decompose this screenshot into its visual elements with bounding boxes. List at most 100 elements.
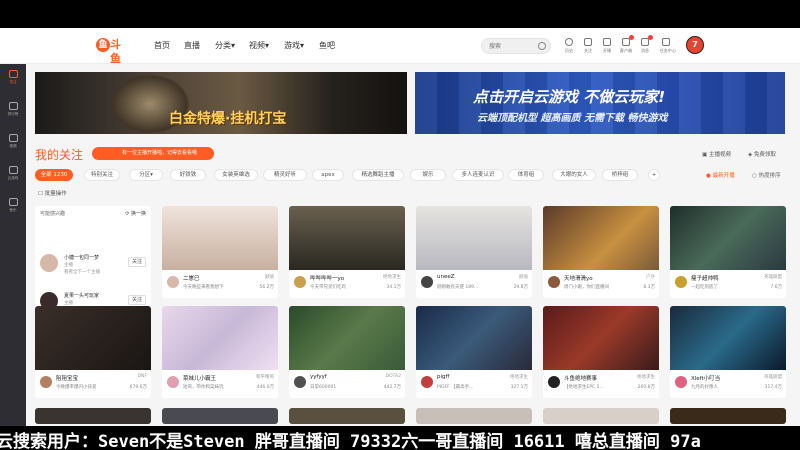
nav-category[interactable]: 分类▾ (215, 40, 235, 52)
search-icon[interactable] (538, 42, 546, 50)
stream-thumbnail[interactable] (543, 408, 659, 424)
free-claim-button[interactable]: ◈ 免费领取 (748, 150, 776, 158)
avatar[interactable] (674, 275, 688, 289)
start-live-button[interactable]: 开播 (600, 38, 614, 54)
avatar[interactable] (166, 275, 180, 289)
sort-hot[interactable]: ○ 热度排序 (752, 171, 781, 179)
stream-card[interactable]: 天地滑滑yo 户外 周门小跟，你们直播间 8.3万 (543, 206, 659, 298)
viewer-count: 679.6万 (129, 385, 147, 390)
search-input[interactable] (489, 41, 537, 51)
filter-chip[interactable]: 娱乐 (410, 169, 446, 181)
nav-games[interactable]: 游戏▾ (284, 40, 304, 52)
batch-operate-button[interactable]: ☐ 批量操作 (38, 189, 67, 197)
stream-card[interactable]: 哔哔哔哔一yo 绝地求生 今天带兄弟们吃鸡 34.1万 (289, 206, 405, 298)
stream-card[interactable]: yyfyyf DOTA2 日常600001 442.7万 (289, 306, 405, 398)
stream-thumbnail[interactable] (416, 206, 532, 270)
avatar[interactable] (420, 275, 434, 289)
avatar[interactable] (166, 375, 180, 389)
avatar[interactable] (547, 275, 561, 289)
avatar[interactable] (420, 375, 434, 389)
stream-card[interactable]: uneeZ 颜值 刚刚敢有天使 189... 29.8万 (416, 206, 532, 298)
camera-icon (603, 38, 611, 46)
nav-live[interactable]: 直播 (184, 40, 200, 52)
stream-thumbnail[interactable] (289, 408, 405, 424)
task-center-button[interactable]: 任务中心 (659, 38, 676, 54)
site-logo[interactable]: 鱼 斗鱼 (96, 38, 130, 65)
stream-card[interactable]: 二崽巳 颜值 今天晚些来看我想下 56.2万 (162, 206, 278, 298)
avatar[interactable] (547, 375, 561, 389)
stream-card[interactable] (670, 408, 786, 424)
stream-card[interactable] (416, 408, 532, 424)
stream-thumbnail[interactable] (289, 206, 405, 270)
stream-thumbnail[interactable] (670, 206, 786, 270)
sidebar-item-fun[interactable]: 鱼乐 (0, 198, 26, 213)
filter-chip[interactable]: 桥梓组 (602, 169, 638, 181)
promo-banner-left[interactable]: 白金特爆·挂机打宝 (35, 72, 407, 134)
stream-thumbnail[interactable] (162, 306, 278, 370)
stream-card[interactable]: 斗鱼绝地赛事 绝地求生 【绝地求生EPC 5... 260.8万 (543, 306, 659, 398)
recommend-item[interactable]: 小糖一包同一梦 主播 看看全下一个主播 关注 (40, 252, 148, 280)
filter-chip[interactable]: 好铁铁 (170, 169, 206, 181)
stream-thumbnail[interactable] (670, 306, 786, 370)
viewer-count: 260.8万 (637, 385, 655, 390)
chevron-down-icon: ▾ (231, 41, 236, 50)
filter-chip[interactable]: 精选舞蹈主播 (352, 169, 404, 181)
top-black-bar (0, 0, 800, 28)
avatar[interactable] (293, 375, 307, 389)
user-avatar[interactable]: 7 (686, 36, 704, 54)
stream-card[interactable] (162, 408, 278, 424)
live-tip-banner[interactable]: 有一位主播开播啦，记得去看看哦 (92, 147, 214, 160)
stream-card[interactable]: 菜妹儿小霸王 和平精英 短哥，带你和菜妹玩 446.0万 (162, 306, 278, 398)
refresh-button[interactable]: ⟳ 换一换 (125, 210, 146, 217)
stream-card[interactable] (35, 408, 151, 424)
filter-chip[interactable]: 女装英雄选 (214, 169, 258, 181)
filter-chip-category[interactable]: 分区▾ (129, 169, 163, 181)
stream-card[interactable]: 阻阻宝宝 DNF 今晚爆率爆闪小孩爱 679.6万 (35, 306, 151, 398)
stream-card[interactable]: 瘦子超帅鸭 英雄联盟 一起吃到底了 7.6万 (670, 206, 786, 298)
history-button[interactable]: 历史 (562, 38, 576, 54)
stream-thumbnail[interactable] (289, 306, 405, 370)
stream-thumbnail[interactable] (35, 408, 151, 424)
filter-chip[interactable]: 特别关注 (84, 169, 120, 181)
more-filters-button[interactable]: + (648, 169, 660, 181)
follow-button[interactable]: 关注 (581, 38, 595, 54)
stream-thumbnail[interactable] (35, 306, 151, 370)
heart-icon (584, 38, 592, 46)
filter-chip[interactable]: 精灵好听 (263, 169, 307, 181)
stream-card[interactable] (543, 408, 659, 424)
stream-thumbnail[interactable] (416, 408, 532, 424)
stream-thumbnail[interactable] (416, 306, 532, 370)
promo-banner-cloud-game[interactable]: 点击开启云游戏 不做云玩家! 云端顶配机型 超高画质 无需下载 畅快游戏 (415, 72, 785, 134)
search-box[interactable] (481, 38, 551, 54)
sidebar-item-video[interactable]: 视频 (0, 134, 26, 149)
follow-button[interactable]: 关注 (128, 295, 146, 305)
filter-chip[interactable]: 大眼的女人 (552, 169, 596, 181)
filter-chip[interactable]: 多人连麦认识 (452, 169, 504, 181)
nav-fishbar[interactable]: 鱼吧 (319, 40, 335, 52)
stream-thumbnail[interactable] (543, 206, 659, 270)
stream-thumbnail[interactable] (543, 306, 659, 370)
message-button[interactable]: 消息 (638, 35, 653, 54)
stream-card[interactable]: pigff 绝地求生 PIGFF 【最高手... 327.1万 (416, 306, 532, 398)
sort-latest[interactable]: ● 最新开播 (706, 171, 735, 179)
filter-chip[interactable]: apex (312, 169, 344, 181)
avatar[interactable] (40, 254, 58, 272)
sidebar-item-cloud-game[interactable]: 云游戏 (0, 166, 26, 181)
stream-thumbnail[interactable] (162, 408, 278, 424)
filter-chip[interactable]: 体育组 (508, 169, 544, 181)
client-button[interactable]: 客户端 (619, 35, 634, 54)
sidebar-item-follow[interactable]: 关注 (0, 70, 26, 85)
avatar[interactable] (674, 375, 688, 389)
nav-home[interactable]: 首页 (154, 40, 170, 52)
follow-button[interactable]: 关注 (128, 257, 146, 267)
sidebar-item-rank[interactable]: 排行榜 (0, 102, 26, 117)
nav-video[interactable]: 视频▾ (249, 40, 269, 52)
stream-card[interactable]: Xleft小叮当 英雄联盟 九月的好像人 317.4万 (670, 306, 786, 398)
anchor-video-button[interactable]: ▣ 主播视频 (702, 150, 731, 158)
filter-chip-all[interactable]: 全部 1230 (35, 169, 73, 181)
stream-thumbnail[interactable] (670, 408, 786, 424)
stream-thumbnail[interactable] (162, 206, 278, 270)
stream-card[interactable] (289, 408, 405, 424)
avatar[interactable] (39, 375, 53, 389)
avatar[interactable] (293, 275, 307, 289)
